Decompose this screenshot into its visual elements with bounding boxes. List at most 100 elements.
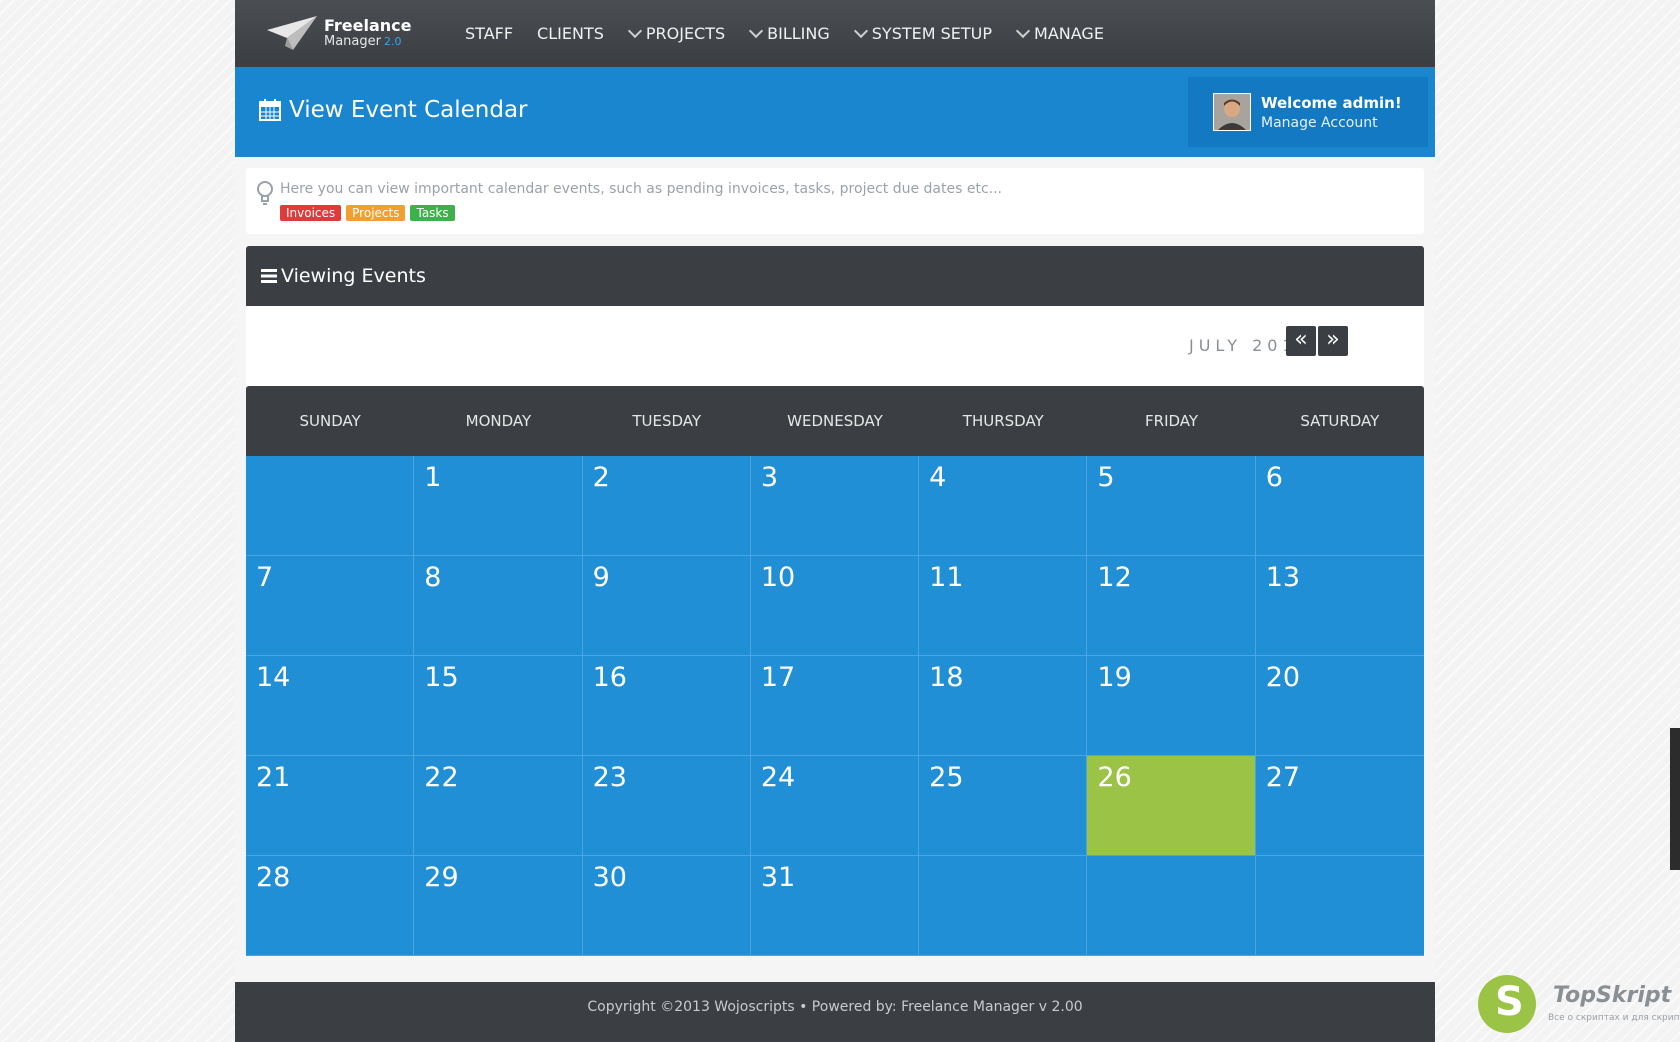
calendar-icon (259, 99, 281, 121)
calendar-day[interactable]: 9 (582, 556, 751, 656)
nav-projects[interactable]: PROJECTS (627, 23, 726, 43)
calendar-day[interactable]: 2 (582, 456, 751, 556)
calendar-day[interactable]: 11 (919, 556, 1088, 656)
next-month-button[interactable]: » (1318, 326, 1348, 356)
weekday-header: SUNDAY MONDAY TUESDAY WEDNESDAY THURSDAY… (246, 386, 1424, 456)
day-number: 19 (1097, 662, 1132, 693)
day-number: 11 (929, 562, 964, 593)
tag-tasks: Tasks (410, 205, 455, 221)
panel-title: Viewing Events (261, 265, 426, 287)
day-number: 27 (1265, 762, 1301, 793)
watermark-name: TopSkript (1553, 983, 1672, 1008)
day-number: 12 (1097, 562, 1132, 593)
weekday-sunday: SUNDAY (299, 412, 361, 430)
lightbulb-icon (257, 181, 273, 205)
nav-billing[interactable]: BILLING (749, 23, 830, 43)
nav-manage[interactable]: MANAGE (1015, 23, 1104, 43)
brand-manager: Manager (324, 34, 381, 49)
calendar-day[interactable]: 22 (414, 756, 583, 856)
calendar-day[interactable]: 3 (750, 456, 920, 556)
page-title-text: View Event Calendar (289, 97, 528, 123)
day-number: 24 (760, 762, 796, 793)
day-number: 14 (256, 662, 291, 693)
calendar-day[interactable]: 27 (1255, 756, 1424, 856)
day-number: 29 (424, 862, 459, 893)
nav-staff-label: STAFF (465, 24, 514, 43)
calendar-day[interactable]: 21 (246, 756, 415, 856)
day-number: 10 (760, 562, 796, 593)
brand-name: Freelance (324, 16, 412, 35)
calendar-day[interactable]: 28 (246, 856, 415, 956)
day-number: 30 (592, 862, 627, 893)
watermark-badge: S (1478, 975, 1536, 1033)
page-container: Freelance Manager 2.0 STAFF CLIENTS PROJE… (235, 0, 1435, 1042)
calendar-day[interactable]: 14 (246, 656, 415, 756)
calendar-grid: 1 2 3 4 5 6 7 8 9 10 11 12 13 14 15 16 1… (246, 456, 1424, 956)
avatar (1213, 93, 1251, 131)
legend-tags: Invoices Projects Tasks (280, 205, 460, 221)
watermark-letter: S (1495, 979, 1524, 1025)
nav-staff[interactable]: STAFF (465, 24, 513, 43)
calendar-day[interactable]: 17 (750, 656, 920, 756)
brand-version: 2.0 (383, 35, 402, 48)
panel-title-text: Viewing Events (281, 265, 426, 287)
calendar-day[interactable]: 30 (582, 856, 751, 956)
day-number: 20 (1265, 662, 1301, 693)
chevron-down-icon (1015, 23, 1031, 39)
footer: Copyright ©2013 Wojoscripts • Powered by… (235, 982, 1435, 1042)
footer-text: Copyright ©2013 Wojoscripts • Powered by… (587, 999, 1083, 1015)
account-box[interactable]: Welcome admin! Manage Account (1188, 77, 1428, 147)
day-number: 28 (256, 862, 291, 893)
calendar-day[interactable]: 19 (1087, 656, 1256, 756)
calendar-day[interactable]: 20 (1255, 656, 1424, 756)
day-number: 13 (1265, 562, 1301, 593)
calendar-day[interactable] (246, 456, 415, 556)
panel-header: Viewing Events (246, 246, 1424, 306)
main-menu: STAFF CLIENTS PROJECTS BILLING SYSTEM SE… (465, 0, 1128, 67)
day-number: 7 (256, 562, 274, 593)
calendar-day[interactable]: 7 (246, 556, 415, 656)
day-number: 22 (424, 762, 459, 793)
day-number: 25 (929, 762, 964, 793)
manage-account-link[interactable]: Manage Account (1261, 115, 1378, 131)
calendar-day[interactable]: 29 (414, 856, 583, 956)
calendar-day[interactable]: 15 (414, 656, 583, 756)
day-number: 9 (592, 562, 610, 593)
calendar-day[interactable]: 23 (582, 756, 751, 856)
calendar-day[interactable]: 25 (919, 756, 1088, 856)
nav-manage-label: MANAGE (1034, 24, 1104, 43)
calendar-day[interactable]: 1 (414, 456, 583, 556)
info-message: Here you can view important calendar eve… (280, 181, 1002, 197)
watermark-tagline: Все о скриптах и для скриптов... (1548, 1013, 1680, 1023)
tag-invoices: Invoices (280, 205, 342, 221)
scrollbar-thumb[interactable] (1670, 728, 1680, 870)
nav-system-setup[interactable]: SYSTEM SETUP (853, 23, 992, 43)
day-number: 4 (929, 462, 947, 493)
calendar-day[interactable]: 24 (750, 756, 920, 856)
paper-plane-icon (267, 16, 317, 50)
calendar-day[interactable]: 4 (919, 456, 1088, 556)
calendar-day[interactable]: 16 (582, 656, 751, 756)
calendar-day[interactable]: 6 (1255, 456, 1424, 556)
chevron-down-icon (627, 23, 642, 39)
page-header: View Event Calendar Welcome admin! Manag… (235, 67, 1435, 157)
weekday-wednesday: WEDNESDAY (787, 412, 883, 430)
weekday-saturday: SATURDAY (1300, 412, 1380, 430)
calendar-day-today[interactable]: 26 (1087, 756, 1256, 856)
user-avatar-icon (1214, 94, 1250, 130)
calendar-day[interactable]: 10 (750, 556, 920, 656)
calendar-day[interactable]: 5 (1087, 456, 1256, 556)
brand-subname: Manager 2.0 (324, 34, 401, 49)
app-logo[interactable]: Freelance Manager 2.0 (267, 14, 417, 54)
day-number: 6 (1265, 462, 1283, 493)
calendar-day[interactable]: 8 (414, 556, 583, 656)
weekday-thursday: THURSDAY (962, 412, 1044, 430)
day-number: 18 (929, 662, 964, 693)
calendar-day[interactable]: 13 (1255, 556, 1424, 656)
calendar-day[interactable]: 12 (1087, 556, 1256, 656)
calendar-day[interactable]: 31 (750, 856, 920, 956)
nav-clients[interactable]: CLIENTS (537, 24, 604, 43)
prev-month-button[interactable]: « (1286, 326, 1316, 356)
nav-projects-label: PROJECTS (645, 24, 726, 43)
calendar-day[interactable]: 18 (919, 656, 1088, 756)
